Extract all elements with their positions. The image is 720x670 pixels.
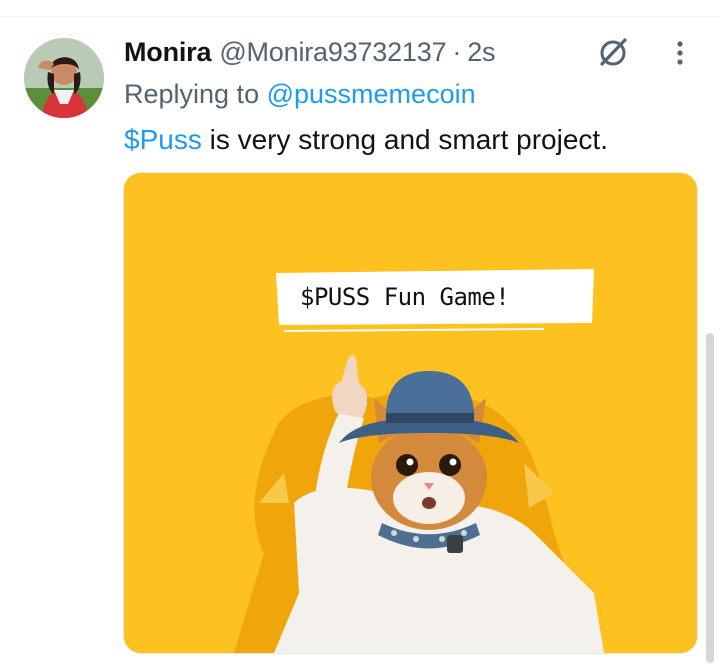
user-handle[interactable]: @Monira93732137 <box>219 37 446 68</box>
top-divider <box>0 16 720 17</box>
timestamp[interactable]: 2s <box>467 37 495 68</box>
cashtag-link[interactable]: $Puss <box>124 124 202 155</box>
separator-dot: · <box>452 36 462 67</box>
tweet-media-image[interactable] <box>123 172 698 654</box>
tweet-body: is very strong and smart project. <box>201 124 608 155</box>
tweet-text: $Puss is very strong and smart project. <box>124 124 608 156</box>
reply-prefix: Replying to <box>124 79 260 109</box>
scrollbar[interactable] <box>706 333 714 663</box>
grok-icon[interactable] <box>596 36 630 70</box>
tweet-header: Monira @Monira93732137 · 2s <box>124 33 496 71</box>
media-banner-text: $PUSS Fun Game! <box>300 283 510 311</box>
replying-to: Replying to @pussmemecoin <box>124 79 476 110</box>
reply-mention-link[interactable]: @pussmemecoin <box>267 79 476 109</box>
avatar[interactable] <box>24 38 104 118</box>
more-vertical-icon[interactable] <box>670 38 690 70</box>
display-name[interactable]: Monira <box>124 37 212 68</box>
